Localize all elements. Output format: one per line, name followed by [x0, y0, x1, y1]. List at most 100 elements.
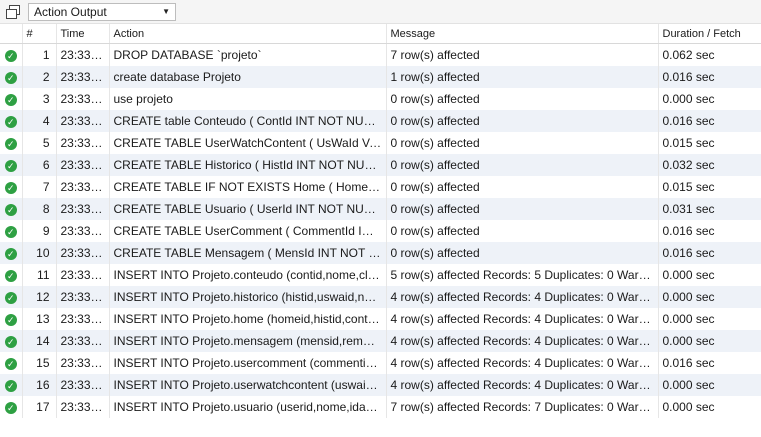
message-cell: 0 row(s) affected [386, 110, 659, 132]
action-cell: DROP DATABASE `projeto` [109, 43, 387, 66]
action-cell: INSERT INTO Projeto.usuario (userid,nome… [109, 396, 387, 418]
duration-cell: 0.015 sec [658, 176, 761, 198]
time-cell: 23:33:49 [56, 110, 110, 132]
action-cell: INSERT INTO Projeto.mensagem (mensid,rem… [109, 330, 387, 352]
action-cell: CREATE TABLE Historico ( HistId INT NOT … [109, 154, 387, 176]
status-cell: ✓ [0, 132, 23, 154]
message-cell: 5 row(s) affected Records: 5 Duplicates:… [386, 264, 659, 286]
table-row[interactable]: ✓ 14 23:33:50 INSERT INTO Projeto.mensagem … [0, 330, 761, 352]
message-cell: 7 row(s) affected [386, 43, 659, 66]
action-column-header[interactable]: Action [109, 24, 387, 44]
duration-cell: 0.016 sec [658, 110, 761, 132]
num-cell: 14 [22, 330, 57, 352]
message-cell: 4 row(s) affected Records: 4 Duplicates:… [386, 330, 659, 352]
status-cell: ✓ [0, 154, 23, 176]
success-check-icon: ✓ [4, 313, 17, 326]
message-cell: 4 row(s) affected Records: 4 Duplicates:… [386, 286, 659, 308]
status-cell: ✓ [0, 264, 23, 286]
table-row[interactable]: ✓ 17 23:33:50 INSERT INTO Projeto.usuario (… [0, 396, 761, 418]
output-type-dropdown[interactable]: Action Output ▼ [28, 2, 176, 21]
time-cell: 23:33:50 [56, 352, 110, 374]
num-cell: 17 [22, 396, 57, 418]
message-cell: 0 row(s) affected [386, 88, 659, 110]
table-row[interactable]: ✓ 9 23:33:50 CREATE TABLE UserComment ( Com… [0, 220, 761, 242]
time-column-header[interactable]: Time [56, 24, 110, 44]
action-cell: use projeto [109, 88, 387, 110]
success-check-icon: ✓ [4, 335, 17, 348]
success-check-icon: ✓ [4, 71, 17, 84]
message-cell: 0 row(s) affected [386, 176, 659, 198]
duration-cell: 0.016 sec [658, 242, 761, 264]
duration-cell: 0.000 sec [658, 330, 761, 352]
num-cell: 5 [22, 132, 57, 154]
action-cell: CREATE TABLE Mensagem ( MensId INT NOT N… [109, 242, 387, 264]
time-cell: 23:33:50 [56, 374, 110, 396]
table-row[interactable]: ✓ 1 23:33:48 DROP DATABASE `projeto` 7 row(s… [0, 43, 761, 66]
status-column-header[interactable] [0, 24, 23, 44]
num-cell: 9 [22, 220, 57, 242]
message-column-header[interactable]: Message [386, 24, 659, 44]
time-cell: 23:33:50 [56, 242, 110, 264]
success-check-icon: ✓ [4, 93, 17, 106]
time-cell: 23:33:50 [56, 396, 110, 418]
status-cell: ✓ [0, 352, 23, 374]
table-row[interactable]: ✓ 2 23:33:49 create database Projeto 1 row(s… [0, 66, 761, 88]
duration-cell: 0.016 sec [658, 66, 761, 88]
duration-cell: 0.016 sec [658, 352, 761, 374]
duration-cell: 0.000 sec [658, 396, 761, 418]
num-cell: 16 [22, 374, 57, 396]
success-check-icon: ✓ [4, 181, 17, 194]
status-cell: ✓ [0, 374, 23, 396]
table-row[interactable]: ✓ 8 23:33:50 CREATE TABLE Usuario ( UserId … [0, 198, 761, 220]
success-check-icon: ✓ [4, 49, 17, 62]
table-row[interactable]: ✓ 16 23:33:50 INSERT INTO Projeto.userwatch… [0, 374, 761, 396]
table-row[interactable]: ✓ 6 23:33:50 CREATE TABLE Historico ( HistI… [0, 154, 761, 176]
status-cell: ✓ [0, 110, 23, 132]
table-row[interactable]: ✓ 15 23:33:50 INSERT INTO Projeto.usercomme… [0, 352, 761, 374]
table-row[interactable]: ✓ 10 23:33:50 CREATE TABLE Mensagem ( MensI… [0, 242, 761, 264]
action-cell: INSERT INTO Projeto.usercomment (comment… [109, 352, 387, 374]
time-cell: 23:33:50 [56, 264, 110, 286]
success-check-icon: ✓ [4, 401, 17, 414]
table-row[interactable]: ✓ 12 23:33:50 INSERT INTO Projeto.historico… [0, 286, 761, 308]
action-cell: INSERT INTO Projeto.historico (histid,us… [109, 286, 387, 308]
table-row[interactable]: ✓ 5 23:33:50 CREATE TABLE UserWatchContent … [0, 132, 761, 154]
message-cell: 4 row(s) affected Records: 4 Duplicates:… [386, 352, 659, 374]
action-output-table: # Time Action Message Duration / Fetch ✓… [0, 24, 761, 418]
message-cell: 0 row(s) affected [386, 132, 659, 154]
message-cell: 4 row(s) affected Records: 4 Duplicates:… [386, 308, 659, 330]
status-cell: ✓ [0, 242, 23, 264]
table-row[interactable]: ✓ 4 23:33:49 CREATE table Conteudo ( ContId… [0, 110, 761, 132]
time-cell: 23:33:50 [56, 198, 110, 220]
success-check-icon: ✓ [4, 379, 17, 392]
num-cell: 12 [22, 286, 57, 308]
duration-cell: 0.032 sec [658, 154, 761, 176]
duration-cell: 0.000 sec [658, 286, 761, 308]
success-check-icon: ✓ [4, 247, 17, 260]
num-cell: 13 [22, 308, 57, 330]
status-cell: ✓ [0, 43, 23, 66]
table-row[interactable]: ✓ 3 23:33:49 use projeto 0 row(s) affected 0.… [0, 88, 761, 110]
success-check-icon: ✓ [4, 225, 17, 238]
time-cell: 23:33:50 [56, 330, 110, 352]
duration-cell: 0.062 sec [658, 43, 761, 66]
message-cell: 0 row(s) affected [386, 198, 659, 220]
duration-column-header[interactable]: Duration / Fetch [658, 24, 761, 44]
table-row[interactable]: ✓ 7 23:33:50 CREATE TABLE IF NOT EXISTS Hom… [0, 176, 761, 198]
table-row[interactable]: ✓ 11 23:33:50 INSERT INTO Projeto.conteudo … [0, 264, 761, 286]
windows-icon[interactable] [6, 4, 20, 19]
success-check-icon: ✓ [4, 115, 17, 128]
time-cell: 23:33:48 [56, 43, 110, 66]
num-column-header[interactable]: # [22, 24, 57, 44]
success-check-icon: ✓ [4, 269, 17, 282]
message-cell: 1 row(s) affected [386, 66, 659, 88]
duration-cell: 0.015 sec [658, 132, 761, 154]
table-row[interactable]: ✓ 13 23:33:50 INSERT INTO Projeto.home (hom… [0, 308, 761, 330]
action-cell: INSERT INTO Projeto.conteudo (contid,nom… [109, 264, 387, 286]
chevron-down-icon: ▼ [162, 7, 170, 16]
duration-cell: 0.000 sec [658, 308, 761, 330]
output-type-value: Action Output [34, 4, 107, 19]
time-cell: 23:33:50 [56, 132, 110, 154]
time-cell: 23:33:50 [56, 176, 110, 198]
status-cell: ✓ [0, 88, 23, 110]
